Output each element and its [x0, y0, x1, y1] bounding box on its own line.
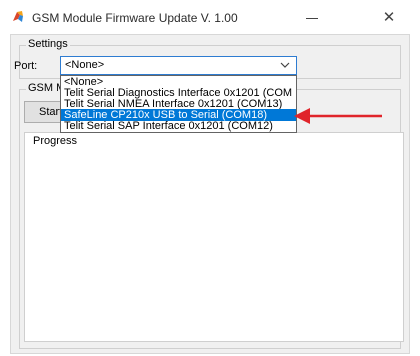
settings-group-label: Settings	[26, 38, 70, 50]
app-icon	[13, 11, 23, 22]
port-dropdown-list[interactable]: <None> Telit Serial Diagnostics Interfac…	[60, 75, 297, 133]
dropdown-option-sap[interactable]: Telit Serial SAP Interface 0x1201 (COM12…	[61, 120, 296, 132]
port-label: Port:	[14, 60, 38, 72]
chevron-down-icon	[280, 62, 290, 68]
app-window: GSM Module Firmware Update V. 1.00 ✕ Set…	[0, 0, 420, 356]
close-icon: ✕	[382, 9, 396, 26]
minimize-button[interactable]	[296, 8, 330, 28]
progress-box: Progress	[24, 132, 404, 342]
window-title: GSM Module Firmware Update V. 1.00	[32, 11, 238, 25]
red-arrow-icon	[294, 108, 382, 124]
title-bar[interactable]: GSM Module Firmware Update V. 1.00 ✕	[0, 0, 420, 34]
close-button[interactable]: ✕	[372, 8, 406, 28]
port-select-value: <None>	[65, 59, 105, 71]
port-select[interactable]: <None>	[60, 56, 297, 75]
progress-label: Progress	[33, 135, 78, 147]
